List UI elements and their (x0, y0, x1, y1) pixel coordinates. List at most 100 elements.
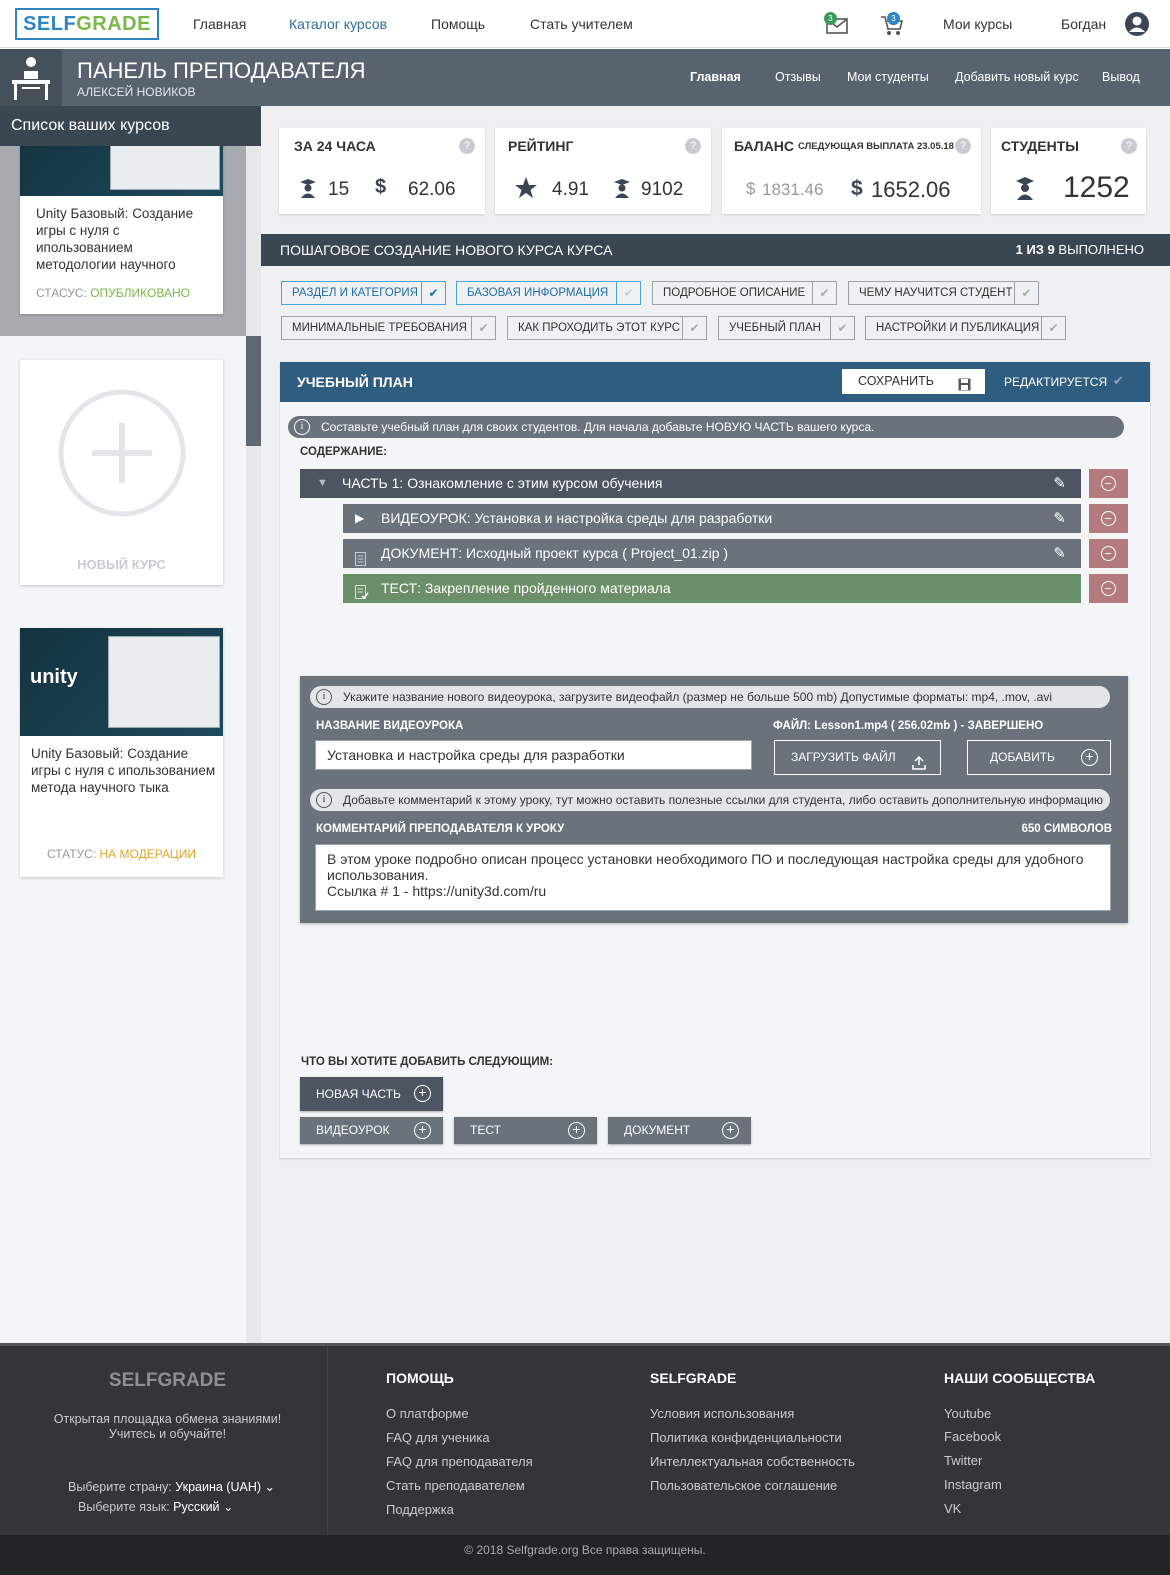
wizard-header: ПОШАГОВОЕ СОЗДАНИЕ НОВОГО КУРСА КУРСА 1 … (261, 234, 1170, 266)
nav-become-teacher[interactable]: Стать учителем (530, 16, 633, 32)
pencil-icon[interactable]: ✎ (1053, 469, 1066, 498)
chevron-down-icon: ⌄ (264, 1480, 275, 1494)
footer: SELFGRADE Открытая площадка обмена знани… (0, 1343, 1170, 1538)
course-card[interactable]: Unity Базовый: Создание игры с нуля с ип… (20, 120, 223, 314)
upload-file-button[interactable]: ЗАГРУЗИТЬ ФАЙЛ (774, 740, 941, 775)
user-avatar-icon[interactable] (1124, 11, 1150, 37)
progress-count: 1 ИЗ 9 (1015, 242, 1055, 257)
check-icon: ✔ (616, 282, 640, 304)
footer-link-youtube[interactable]: Youtube (944, 1406, 991, 1421)
footer-link[interactable]: Стать преподавателем (386, 1478, 525, 1493)
wizard-step-learn[interactable]: ЧЕМУ НАУЧИТСЯ СТУДЕНТ ✔ (848, 281, 1039, 305)
new-course-card[interactable]: НОВЫЙ КУРС (20, 360, 223, 585)
course-thumbnail: unity (20, 628, 223, 736)
part-text: Ознакомление с этим курсом обучения (407, 475, 663, 491)
sidebar-scrollbar[interactable] (246, 106, 261, 1343)
nav-my-courses[interactable]: Мои курсы (943, 16, 1012, 32)
document-icon (355, 547, 366, 566)
logo-part-self: SELF (23, 13, 77, 35)
new-part-button[interactable]: НОВАЯ ЧАСТЬ + (300, 1077, 443, 1111)
wizard-step-publish[interactable]: НАСТРОЙКИ И ПУБЛИКАЦИЯ ✔ (865, 316, 1066, 340)
language-select[interactable]: Выберите язык: Русский ⌄ (78, 1499, 234, 1514)
plan-item-video[interactable]: ▶ ВИДЕОУРОК: Установка и настройка среды… (343, 504, 1081, 533)
nav-help[interactable]: Помощь (431, 16, 485, 32)
lesson-name-input[interactable]: Установка и настройка среды для разработ… (315, 740, 752, 770)
char-count: 650 СИМВОЛОВ (1021, 823, 1112, 835)
footer-link-twitter[interactable]: Twitter (944, 1453, 982, 1468)
wizard-step-plan[interactable]: УЧЕБНЫЙ ПЛАН ✔ (718, 316, 855, 340)
add-button[interactable]: ДОБАВИТЬ + (967, 740, 1111, 775)
wizard-step-basic-info[interactable]: БАЗОВАЯ ИНФОРМАЦИЯ ✔ (456, 281, 641, 305)
plan-item-document[interactable]: ДОКУМЕНТ: Исходный проект курса ( Projec… (343, 539, 1081, 568)
footer-link[interactable]: Интеллектуальная собственность (650, 1454, 855, 1469)
step-label: УЧЕБНЫЙ ПЛАН (729, 322, 821, 334)
remove-button[interactable] (1089, 539, 1128, 568)
lesson-name-label: НАЗВАНИЕ ВИДЕОУРОКА (316, 720, 464, 732)
course-card[interactable]: unity Unity Базовый: Создание игры с нул… (20, 628, 223, 877)
pencil-icon[interactable]: ✎ (1053, 504, 1066, 533)
footer-link-facebook[interactable]: Facebook (944, 1429, 1001, 1444)
panel-nav-reviews[interactable]: Отзывы (775, 70, 821, 84)
wizard-step-requirements[interactable]: МИНИМАЛЬНЫЕ ТРЕБОВАНИЯ ✔ (281, 316, 496, 340)
footer-link[interactable]: Политика конфиденциальности (650, 1430, 842, 1445)
wizard-step-how-to[interactable]: КАК ПРОХОДИТЬ ЭТОТ КУРС ✔ (507, 316, 707, 340)
wizard-step-category[interactable]: РАЗДЕЛ И КАТЕГОРИЯ ✔ (281, 281, 446, 305)
status-label: СТАСУС: (36, 286, 87, 300)
plan-item-test[interactable]: ТЕСТ: Закрепление пройденного материала (343, 574, 1081, 603)
footer-link[interactable]: Условия использования (650, 1406, 794, 1421)
teacher-desk-icon (0, 49, 62, 106)
plan-part-row[interactable]: ▼ ЧАСТЬ 1: Ознакомление с этим курсом об… (300, 469, 1081, 498)
add-video-button[interactable]: ВИДЕОУРОК + (300, 1117, 443, 1144)
remove-button[interactable] (1089, 469, 1128, 498)
user-name[interactable]: Богдан (1061, 16, 1106, 32)
chevron-down-icon: ⌄ (223, 1500, 234, 1514)
remove-button[interactable] (1089, 504, 1128, 533)
info-icon: i (316, 689, 332, 705)
panel-nav-home[interactable]: Главная (690, 70, 741, 84)
panel-nav-students[interactable]: Мои студенты (847, 70, 929, 84)
help-icon[interactable]: ? (685, 138, 701, 154)
footer-link[interactable]: FAQ для преподавателя (386, 1454, 533, 1469)
progress-label: ВЫПОЛНЕНО (1058, 242, 1144, 257)
check-icon: ✔ (1014, 282, 1038, 304)
cart-icon[interactable]: 3 (879, 12, 905, 38)
pencil-icon[interactable]: ✎ (1053, 539, 1066, 568)
country-select[interactable]: Выберите страну: Украина (UAH) ⌄ (68, 1479, 275, 1494)
logo[interactable]: SELFGRADE (15, 8, 159, 40)
dollar-icon: $ (375, 176, 387, 198)
sidebar-scroll-thumb[interactable] (246, 336, 261, 446)
comment-textarea[interactable]: В этом уроке подробно описан процесс уст… (315, 844, 1111, 911)
nav-home[interactable]: Главная (193, 16, 246, 32)
wizard-step-description[interactable]: ПОДРОБНОЕ ОПИСАНИЕ ✔ (652, 281, 837, 305)
help-icon[interactable]: ? (955, 138, 971, 154)
help-icon[interactable]: ? (1121, 138, 1137, 154)
add-document-button[interactable]: ДОКУМЕНТ + (608, 1117, 751, 1144)
button-label: НОВАЯ ЧАСТЬ (316, 1087, 401, 1101)
item-text: Закрепление пройденного материала (424, 580, 671, 596)
plus-icon: + (414, 1122, 431, 1139)
help-icon[interactable]: ? (459, 138, 475, 154)
footer-link[interactable]: Пользовательское соглашение (650, 1478, 837, 1493)
item-text: Установка и настройка среды для разработ… (474, 510, 773, 526)
button-label: ДОКУМЕНТ (624, 1123, 691, 1137)
country-label: Выберите страну: (68, 1480, 172, 1494)
minus-icon (1101, 581, 1116, 596)
footer-link-instagram[interactable]: Instagram (944, 1477, 1002, 1492)
footer-link[interactable]: Поддержка (386, 1502, 454, 1517)
contents-label: СОДЕРЖАНИЕ: (300, 446, 387, 458)
footer-link-vk[interactable]: VK (944, 1501, 961, 1516)
stat-money: 62.06 (408, 179, 456, 200)
nav-catalog[interactable]: Каталог курсов (289, 16, 387, 32)
info-icon: i (294, 419, 310, 435)
mail-icon[interactable]: 3 (824, 12, 850, 36)
panel-nav-withdraw[interactable]: Вывод (1102, 70, 1140, 84)
add-test-button[interactable]: ТЕСТ + (454, 1117, 597, 1144)
panel-nav-add-course[interactable]: Добавить новый курс (955, 70, 1079, 84)
check-icon: ✔ (812, 282, 836, 304)
remove-button[interactable] (1089, 574, 1128, 603)
logo-part-grade: GRADE (76, 13, 151, 35)
step-label: ЧЕМУ НАУЧИТСЯ СТУДЕНТ (859, 287, 1013, 299)
footer-link[interactable]: FAQ для ученика (386, 1430, 490, 1445)
save-button[interactable]: СОХРАНИТЬ (842, 369, 985, 394)
footer-link[interactable]: О платформе (386, 1406, 469, 1421)
